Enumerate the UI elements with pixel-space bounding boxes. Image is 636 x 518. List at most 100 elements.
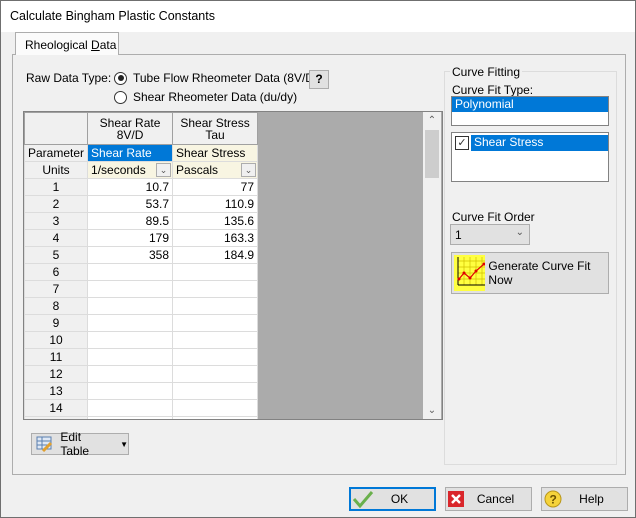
cell-shear-rate[interactable] <box>87 314 174 332</box>
cell-shear-rate[interactable] <box>87 331 174 349</box>
row-header[interactable]: 11 <box>24 348 89 366</box>
scroll-up-icon[interactable]: ⌃ <box>423 112 441 129</box>
edit-table-button[interactable]: Edit Table ▼ <box>31 430 129 458</box>
row-header[interactable]: 2 <box>24 195 89 213</box>
radio-tube-flow-label: Tube Flow Rheometer Data (8V/D) <box>133 71 318 85</box>
tab-rheological-data[interactable]: Rheological Data <box>15 32 119 55</box>
row-header[interactable]: 12 <box>24 365 89 383</box>
row-header[interactable]: 13 <box>24 382 89 400</box>
row-header[interactable]: 7 <box>24 280 89 298</box>
cell-shear-rate[interactable] <box>87 365 174 383</box>
curve-fit-type-item[interactable]: Polynomial <box>452 97 608 112</box>
generate-curve-fit-label: Generate Curve Fit Now <box>488 259 591 287</box>
chart-icon <box>454 255 486 291</box>
cell-shear-rate[interactable]: 10.7 <box>87 178 174 196</box>
edit-table-label: Edit Table <box>60 430 90 458</box>
cell-shear-rate[interactable] <box>87 297 174 315</box>
table-row: 4 179 163.3 <box>24 229 259 247</box>
data-table: Shear Rate 8V/D Shear Stress Tau Parameter… <box>24 112 259 419</box>
cell-shear-stress[interactable] <box>172 297 259 315</box>
table-row: 1 10.7 77 <box>24 178 259 196</box>
cell-shear-rate[interactable] <box>87 416 174 419</box>
window-title: Calculate Bingham Plastic Constants <box>10 9 215 23</box>
cell-shear-stress[interactable] <box>172 382 259 400</box>
table-row: 11 <box>24 348 259 366</box>
cell-shear-stress[interactable]: 163.3 <box>172 229 259 247</box>
scroll-thumb[interactable] <box>425 130 439 178</box>
row-header[interactable]: 6 <box>24 263 89 281</box>
row-header[interactable]: 4 <box>24 229 89 247</box>
radio-shear-rheometer-label: Shear Rheometer Data (du/dy) <box>133 90 298 104</box>
units-value: Pascals <box>176 163 219 177</box>
row-header[interactable]: 14 <box>24 399 89 417</box>
chevron-down-icon[interactable]: ⌄ <box>156 163 172 177</box>
cell-shear-stress[interactable]: 110.9 <box>172 195 259 213</box>
cell-shear-rate[interactable]: 358 <box>87 246 174 264</box>
svg-text:?: ? <box>550 493 557 507</box>
row-header[interactable]: 3 <box>24 212 89 230</box>
cell-shear-rate[interactable] <box>87 399 174 417</box>
radio-shear-rheometer[interactable]: Shear Rheometer Data (du/dy) <box>114 90 297 104</box>
cancel-button[interactable]: Cancel <box>445 487 532 511</box>
cell-shear-rate[interactable] <box>87 263 174 281</box>
curve-fit-type-label: Curve Fit Type: <box>452 83 534 97</box>
cell-shear-stress[interactable] <box>172 263 259 281</box>
parameter-row: Parameter Shear Rate Shear Stress <box>24 144 259 162</box>
cell-shear-stress[interactable] <box>172 399 259 417</box>
cell-shear-stress[interactable] <box>172 331 259 349</box>
curve-fit-series-list[interactable]: ✓ Shear Stress <box>451 132 609 182</box>
grid-vertical-scrollbar[interactable]: ⌃ ⌄ <box>423 112 441 419</box>
curve-fitting-title: Curve Fitting <box>450 65 523 79</box>
cell-shear-rate[interactable]: 89.5 <box>87 212 174 230</box>
radio-unchecked-icon <box>114 90 127 104</box>
row-header[interactable]: 10 <box>24 331 89 349</box>
curve-fit-order-label: Curve Fit Order <box>452 210 535 224</box>
units-dropdown-shear-rate[interactable]: 1/seconds ⌄ <box>87 161 174 179</box>
table-row: 6 <box>24 263 259 281</box>
table-row: 10 <box>24 331 259 349</box>
cell-shear-stress[interactable]: 135.6 <box>172 212 259 230</box>
checkbox-checked-icon[interactable]: ✓ <box>455 136 469 150</box>
tab-label: Rheological Data <box>25 38 117 52</box>
curve-fit-type-list[interactable]: Polynomial <box>451 96 609 126</box>
help-label: Help <box>579 492 604 506</box>
cell-shear-rate[interactable] <box>87 382 174 400</box>
data-grid[interactable]: Shear Rate 8V/D Shear Stress Tau Parameter… <box>23 111 443 420</box>
cell-shear-rate[interactable] <box>87 348 174 366</box>
cell-shear-rate[interactable] <box>87 280 174 298</box>
cell-shear-stress[interactable]: 184.9 <box>172 246 259 264</box>
column-header-shear-rate[interactable]: Shear Rate 8V/D <box>87 112 174 145</box>
row-header[interactable]: 9 <box>24 314 89 332</box>
generate-curve-fit-button[interactable]: Generate Curve Fit Now <box>451 252 609 294</box>
cell-shear-stress[interactable] <box>172 365 259 383</box>
cancel-label: Cancel <box>476 492 515 506</box>
cell-shear-rate[interactable]: 53.7 <box>87 195 174 213</box>
cell-shear-stress[interactable] <box>172 314 259 332</box>
row-header[interactable]: 8 <box>24 297 89 315</box>
table-row: 14 <box>24 399 259 417</box>
parameter-cell-shear-stress[interactable]: Shear Stress <box>172 144 259 162</box>
cell-shear-rate[interactable]: 179 <box>87 229 174 247</box>
ok-button[interactable]: OK <box>349 487 436 511</box>
title-bar: Calculate Bingham Plastic Constants <box>1 1 635 32</box>
parameter-row-header: Parameter <box>24 144 89 162</box>
cell-shear-stress[interactable] <box>172 280 259 298</box>
raw-data-help-button[interactable]: ? <box>309 70 329 89</box>
series-item-shear-stress[interactable]: Shear Stress <box>471 135 608 151</box>
row-header[interactable]: 1 <box>24 178 89 196</box>
scroll-down-icon[interactable]: ⌄ <box>423 402 441 419</box>
parameter-cell-shear-rate[interactable]: Shear Rate <box>87 144 174 162</box>
cell-shear-stress[interactable] <box>172 348 259 366</box>
table-row: 8 <box>24 297 259 315</box>
chevron-down-icon[interactable]: ⌄ <box>241 163 257 177</box>
row-header[interactable]: 15 <box>24 416 89 419</box>
row-header[interactable]: 5 <box>24 246 89 264</box>
table-row: 9 <box>24 314 259 332</box>
units-dropdown-shear-stress[interactable]: Pascals ⌄ <box>172 161 259 179</box>
help-button[interactable]: ? Help <box>541 487 628 511</box>
radio-tube-flow[interactable]: Tube Flow Rheometer Data (8V/D) <box>114 71 318 85</box>
cell-shear-stress[interactable] <box>172 416 259 419</box>
curve-fit-order-select[interactable]: 1 ⌄ <box>450 224 530 245</box>
cell-shear-stress[interactable]: 77 <box>172 178 259 196</box>
column-header-shear-stress[interactable]: Shear Stress Tau <box>172 112 259 145</box>
